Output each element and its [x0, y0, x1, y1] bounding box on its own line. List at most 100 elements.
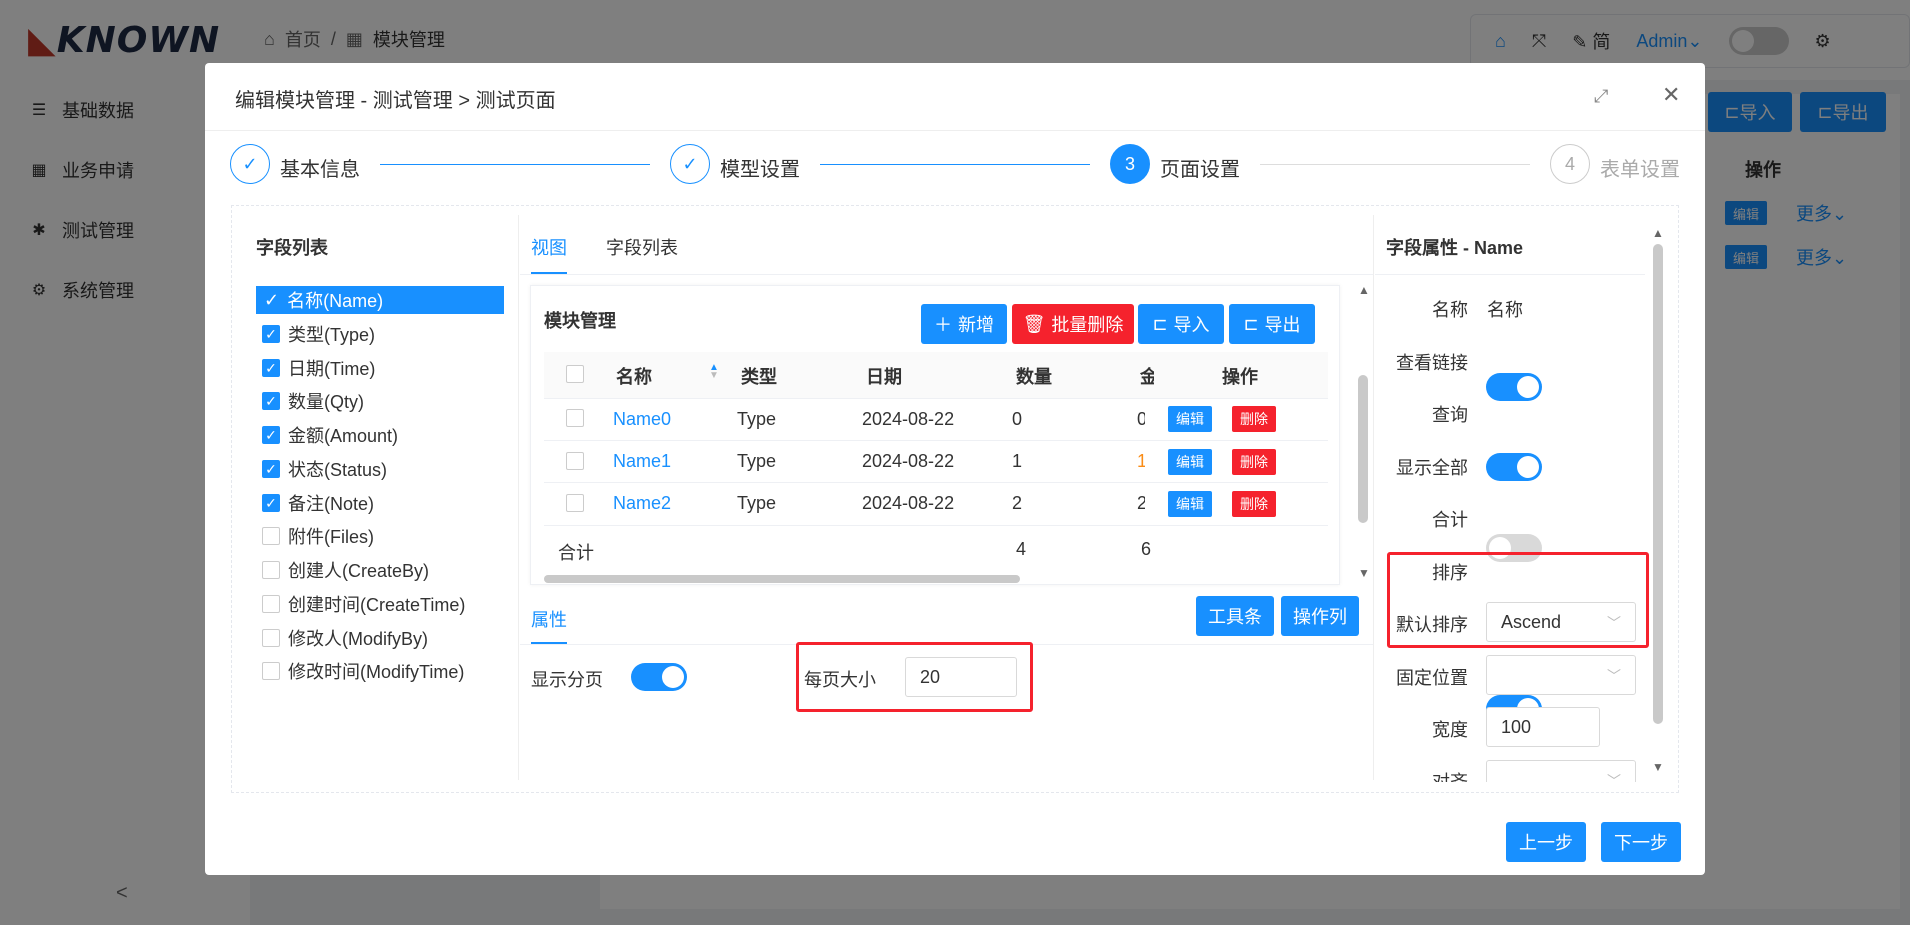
row-amount: 0: [1137, 409, 1145, 429]
batch-delete-button[interactable]: 🗑 批量删除: [1012, 304, 1134, 344]
row-edit-button[interactable]: 编辑: [1168, 449, 1212, 475]
row-checkbox[interactable]: [566, 409, 584, 427]
step-4-label: 表单设置: [1600, 159, 1680, 181]
toolbar-button[interactable]: 工具条: [1196, 596, 1274, 636]
row-checkbox[interactable]: [566, 494, 584, 512]
row-edit-button[interactable]: 编辑: [1168, 491, 1212, 517]
table-divider: [544, 482, 1328, 483]
divider: [1373, 215, 1374, 780]
next-step-button[interactable]: 下一步: [1601, 822, 1681, 862]
field-item-name[interactable]: ✓ 名称(Name): [256, 286, 504, 314]
field-checkbox[interactable]: ✓: [262, 460, 280, 478]
select-all-checkbox[interactable]: [566, 365, 584, 383]
field-item-modifytime[interactable]: 修改时间(ModifyTime): [262, 658, 464, 684]
step-connector: [820, 164, 1090, 165]
import-button[interactable]: ⊏ 导入: [1138, 304, 1224, 344]
prop-fixed-label: 固定位置: [1396, 668, 1468, 688]
horizontal-scrollbar[interactable]: [544, 575, 1020, 583]
total-label: 合计: [558, 543, 594, 563]
row-name-link[interactable]: Name0: [613, 409, 671, 430]
prop-show-all-label: 显示全部: [1396, 458, 1468, 478]
props-scrollbar[interactable]: [1653, 244, 1663, 724]
plus-icon: ＋: [934, 315, 952, 335]
field-item-type[interactable]: ✓ 类型(Type): [262, 321, 375, 347]
divider: [1375, 274, 1645, 275]
row-name-link[interactable]: Name2: [613, 493, 671, 514]
step-3-number: 3: [1110, 144, 1150, 184]
field-item-status[interactable]: ✓ 状态(Status): [262, 456, 387, 482]
field-item-qty[interactable]: ✓ 数量(Qty): [262, 388, 364, 414]
field-item-createtime[interactable]: 创建时间(CreateTime): [262, 591, 465, 617]
align-select[interactable]: ﹀: [1486, 760, 1636, 782]
sort-icon[interactable]: ▲ ▼: [709, 363, 719, 381]
tab-view[interactable]: 视图: [531, 234, 567, 260]
tab-field-list[interactable]: 字段列表: [606, 234, 678, 260]
show-paging-switch[interactable]: [631, 663, 687, 691]
prop-view-link-label: 查看链接: [1396, 353, 1468, 373]
column-header-amount: 金: [1140, 367, 1154, 387]
show-paging-label: 显示分页: [531, 670, 603, 690]
maximize-icon[interactable]: ⤢: [1594, 86, 1608, 107]
field-props-title: 字段属性 - Name: [1386, 238, 1524, 258]
action-column-button[interactable]: 操作列: [1281, 596, 1359, 636]
row-type: Type: [737, 409, 777, 429]
page-size-input[interactable]: 20: [905, 657, 1017, 697]
field-checkbox[interactable]: ✓: [262, 325, 280, 343]
add-button[interactable]: ＋新增: [921, 304, 1007, 344]
field-item-time[interactable]: ✓ 日期(Time): [262, 355, 375, 381]
query-switch[interactable]: [1486, 453, 1542, 481]
scroll-up-icon[interactable]: ▲: [1358, 283, 1370, 297]
field-checkbox[interactable]: [262, 595, 280, 613]
field-checkbox[interactable]: [262, 662, 280, 680]
row-checkbox[interactable]: [566, 452, 584, 470]
tab-divider: [520, 274, 1373, 275]
row-qty: 0: [1012, 409, 1023, 429]
field-checkbox[interactable]: ✓: [262, 359, 280, 377]
field-item-files[interactable]: 附件(Files): [262, 523, 374, 549]
align-row-clip: 对齐 ﹀: [1378, 760, 1648, 782]
default-sort-select[interactable]: Ascend ﹀: [1486, 602, 1636, 642]
column-header-date: 日期: [866, 367, 902, 387]
field-checkbox[interactable]: [262, 527, 280, 545]
field-item-modifyby[interactable]: 修改人(ModifyBy): [262, 625, 428, 651]
prev-step-button[interactable]: 上一步: [1506, 822, 1586, 862]
scroll-up-icon[interactable]: ▲: [1652, 226, 1664, 240]
field-checkbox[interactable]: [262, 561, 280, 579]
row-delete-button[interactable]: 删除: [1232, 491, 1276, 517]
column-header-qty: 数量: [1016, 367, 1052, 387]
row-date: 2024-08-22: [862, 409, 955, 429]
vertical-scrollbar[interactable]: [1358, 375, 1368, 523]
prop-query-label: 查询: [1432, 405, 1468, 425]
row-delete-button[interactable]: 删除: [1232, 406, 1276, 432]
field-checkbox[interactable]: [262, 629, 280, 647]
row-name-link[interactable]: Name1: [613, 451, 671, 472]
row-edit-button[interactable]: 编辑: [1168, 406, 1212, 432]
field-checkbox[interactable]: ✓: [262, 494, 280, 512]
prop-width-label: 宽度: [1432, 720, 1468, 740]
fixed-position-select[interactable]: ﹀: [1486, 655, 1636, 695]
view-link-switch[interactable]: [1486, 373, 1542, 401]
row-delete-button[interactable]: 删除: [1232, 449, 1276, 475]
field-item-amount[interactable]: ✓ 金额(Amount): [262, 422, 398, 448]
tab-properties[interactable]: 属性: [531, 606, 567, 632]
field-item-note[interactable]: ✓ 备注(Note): [262, 490, 374, 516]
table-header: [544, 352, 1328, 398]
column-header-name[interactable]: 名称: [616, 363, 652, 389]
import-icon: ⊏: [1152, 313, 1168, 334]
field-item-createby[interactable]: 创建人(CreateBy): [262, 557, 429, 583]
scroll-down-icon[interactable]: ▼: [1358, 566, 1370, 580]
divider: [518, 215, 519, 780]
width-input[interactable]: 100: [1486, 707, 1600, 747]
prop-total-label: 合计: [1432, 510, 1468, 530]
total-amount: 6: [1141, 539, 1152, 559]
column-header-type: 类型: [741, 367, 777, 387]
total-qty: 4: [1016, 539, 1027, 559]
step-1-check-icon: ✓: [230, 144, 270, 184]
field-checkbox[interactable]: ✓: [262, 426, 280, 444]
close-icon[interactable]: ✕: [1662, 82, 1680, 108]
field-checkbox[interactable]: ✓: [262, 392, 280, 410]
check-icon: ✓: [264, 289, 280, 310]
scroll-down-icon[interactable]: ▼: [1652, 760, 1664, 774]
export-button[interactable]: ⊏ 导出: [1229, 304, 1315, 344]
row-amount: 1: [1137, 451, 1145, 471]
